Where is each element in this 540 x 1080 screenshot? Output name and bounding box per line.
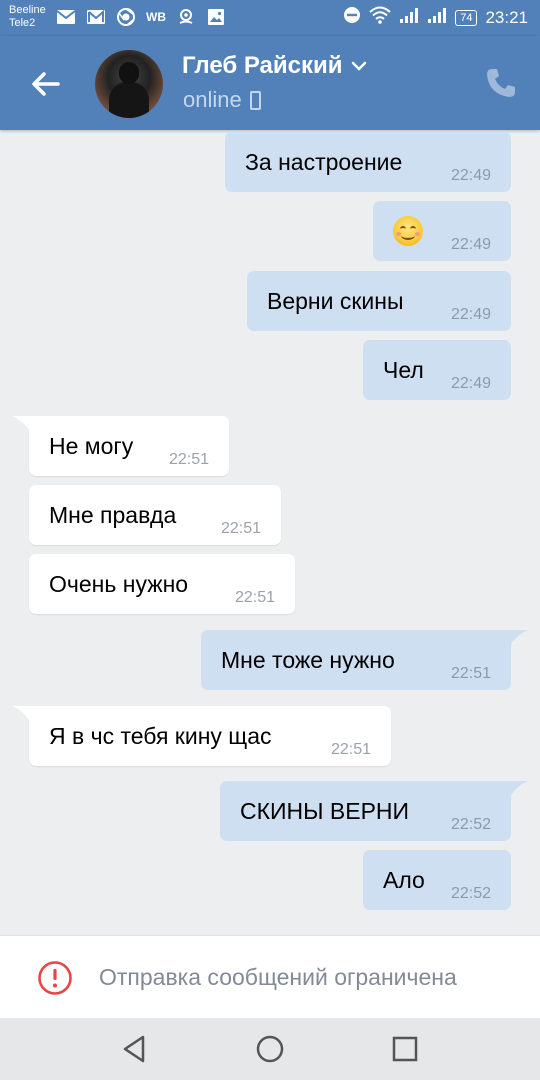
message-time: 22:49	[450, 167, 491, 184]
message-incoming[interactable]: Я в чс тебя кину щас 22:51	[29, 706, 391, 766]
carrier-names: Beeline Tele2	[9, 4, 46, 30]
message-text: Мне правда	[49, 502, 177, 528]
message-text: Верни скины	[267, 288, 404, 314]
wb-icon: WB	[146, 10, 166, 24]
nav-recents-button[interactable]	[389, 1033, 421, 1065]
restriction-text: Отправка сообщений ограничена	[99, 964, 457, 990]
message-outgoing[interactable]: Верни скины 22:49	[247, 271, 511, 331]
gallery-icon	[206, 7, 226, 27]
mobile-device-icon	[249, 90, 261, 110]
message-text: Ало	[383, 867, 425, 893]
smiling-face-icon	[393, 215, 423, 246]
phone-icon	[487, 69, 515, 97]
message-text: Мне тоже нужно	[221, 647, 395, 673]
clock: 23:21	[485, 7, 528, 27]
wifi-icon	[369, 6, 391, 29]
android-nav-bar	[0, 1018, 540, 1080]
message-outgoing[interactable]: Ало 22:52	[363, 850, 511, 910]
message-outgoing[interactable]: За настроение 22:49	[225, 132, 511, 192]
message-text: СКИНЫ ВЕРНИ	[240, 798, 410, 824]
message-time: 22:52	[450, 816, 491, 833]
contact-name: Глеб Райский	[182, 52, 343, 79]
circle-home-icon	[256, 1035, 284, 1063]
message-text: Не могу	[49, 433, 134, 459]
message-outgoing[interactable]: Чел 22:49	[363, 340, 511, 400]
chrome-icon	[116, 7, 136, 27]
chat-header: Глеб Райский online	[0, 36, 540, 130]
message-time: 22:49	[450, 306, 491, 323]
nav-back-button[interactable]	[119, 1033, 151, 1065]
message-time: 22:51	[234, 589, 275, 606]
call-button[interactable]	[484, 66, 518, 100]
message-time: 22:51	[330, 741, 371, 758]
system-status: 74 23:21	[343, 6, 528, 29]
message-text: За настроение	[245, 149, 403, 175]
message-text: Чел	[383, 357, 424, 383]
chevron-down-icon	[351, 61, 366, 71]
square-recents-icon	[392, 1036, 418, 1062]
avatar[interactable]	[95, 50, 163, 118]
carrier-2: Tele2	[9, 17, 36, 29]
message-text: Очень нужно	[49, 571, 189, 597]
carrier-1: Beeline	[9, 4, 46, 16]
nav-home-button[interactable]	[254, 1033, 286, 1065]
messaging-restricted-banner: Отправка сообщений ограничена	[0, 935, 540, 1018]
online-status: online	[183, 87, 242, 112]
contact-name-button[interactable]: Глеб Райский	[182, 52, 367, 80]
message-outgoing[interactable]: Мне тоже нужно 22:51	[201, 630, 511, 690]
status-bar: Beeline Tele2 WB 74 23:21	[0, 0, 540, 36]
message-time: 22:52	[450, 885, 491, 902]
arrow-left-icon	[32, 72, 60, 96]
signal-2-icon	[427, 6, 447, 29]
location-icon	[176, 7, 196, 27]
back-button[interactable]	[28, 66, 64, 102]
message-incoming[interactable]: Мне правда 22:51	[29, 485, 281, 545]
message-incoming[interactable]: Не могу 22:51	[29, 416, 229, 476]
contact-status: online	[183, 87, 261, 113]
message-text: Я в чс тебя кину щас	[49, 723, 272, 749]
gmail-icon	[86, 7, 106, 27]
message-time: 22:49	[450, 236, 491, 253]
triangle-back-icon	[123, 1035, 145, 1063]
mail-icon	[56, 7, 76, 27]
message-time: 22:51	[220, 520, 261, 537]
message-time: 22:49	[450, 375, 491, 392]
message-outgoing[interactable]: 22:49	[373, 201, 511, 261]
message-incoming[interactable]: Очень нужно 22:51	[29, 554, 295, 614]
avatar-head	[119, 62, 139, 84]
message-list[interactable]: За настроение 22:49 22:49 Верни скины 22…	[0, 130, 540, 935]
battery-indicator: 74	[455, 9, 478, 26]
message-time: 22:51	[450, 665, 491, 682]
avatar-figure	[109, 82, 149, 118]
signal-1-icon	[399, 6, 419, 29]
notification-icons: WB	[56, 7, 226, 27]
do-not-disturb-icon	[343, 6, 361, 29]
warning-icon	[38, 961, 72, 995]
message-outgoing[interactable]: СКИНЫ ВЕРНИ 22:52	[220, 781, 511, 841]
message-time: 22:51	[168, 451, 209, 468]
